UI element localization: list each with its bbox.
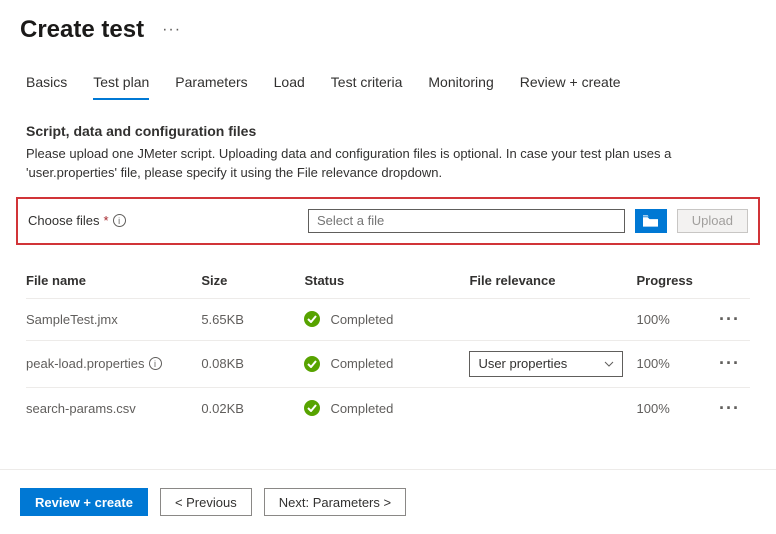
check-icon	[304, 311, 320, 327]
file-select-input[interactable]	[308, 209, 625, 233]
col-header-progress: Progress	[637, 273, 720, 299]
more-actions-icon[interactable]: ···	[162, 21, 181, 39]
info-icon[interactable]: i	[113, 214, 126, 227]
required-asterisk: *	[104, 213, 109, 228]
section-title: Script, data and configuration files	[26, 123, 750, 139]
next-button[interactable]: Next: Parameters >	[264, 488, 406, 516]
tab-test-plan[interactable]: Test plan	[93, 74, 149, 100]
tab-monitoring[interactable]: Monitoring	[428, 74, 493, 100]
status-text: Completed	[330, 356, 393, 371]
folder-icon	[643, 215, 658, 227]
file-relevance-dropdown[interactable]: User properties	[469, 351, 623, 377]
col-header-relevance: File relevance	[469, 273, 636, 299]
tab-test-criteria[interactable]: Test criteria	[331, 74, 403, 100]
row-more-icon[interactable]: ···	[719, 398, 740, 418]
status-text: Completed	[330, 401, 393, 416]
table-row: search-params.csv 0.02KB Completed 100% …	[26, 387, 750, 429]
table-row: SampleTest.jmx 5.65KB Completed 100% ···	[26, 298, 750, 340]
check-icon	[304, 356, 320, 372]
info-icon[interactable]: i	[149, 357, 162, 370]
col-header-status: Status	[304, 273, 469, 299]
choose-files-highlight: Choose files * i Upload	[16, 197, 760, 245]
file-name: search-params.csv	[26, 401, 136, 416]
file-size: 0.02KB	[201, 387, 304, 429]
chevron-down-icon	[604, 361, 614, 367]
tab-bar: Basics Test plan Parameters Load Test cr…	[0, 48, 776, 101]
file-size: 5.65KB	[201, 298, 304, 340]
status-text: Completed	[330, 312, 393, 327]
progress-text: 100%	[637, 387, 720, 429]
tab-parameters[interactable]: Parameters	[175, 74, 247, 100]
dropdown-selected: User properties	[478, 356, 567, 371]
col-header-name: File name	[26, 273, 201, 299]
section-description: Please upload one JMeter script. Uploadi…	[26, 145, 750, 183]
files-table: File name Size Status File relevance Pro…	[26, 273, 750, 429]
upload-button[interactable]: Upload	[677, 209, 748, 233]
footer-actions: Review + create < Previous Next: Paramet…	[0, 469, 776, 516]
check-icon	[304, 400, 320, 416]
col-header-size: Size	[201, 273, 304, 299]
file-name: SampleTest.jmx	[26, 312, 118, 327]
row-more-icon[interactable]: ···	[719, 309, 740, 329]
file-name: peak-load.properties	[26, 356, 145, 371]
tab-review-create[interactable]: Review + create	[520, 74, 621, 100]
review-create-button[interactable]: Review + create	[20, 488, 148, 516]
progress-text: 100%	[637, 340, 720, 387]
file-size: 0.08KB	[201, 340, 304, 387]
table-row: peak-load.properties i 0.08KB Completed U…	[26, 340, 750, 387]
page-title: Create test	[20, 16, 144, 44]
tab-basics[interactable]: Basics	[26, 74, 67, 100]
row-more-icon[interactable]: ···	[719, 353, 740, 373]
choose-files-label: Choose files * i	[28, 213, 298, 228]
previous-button[interactable]: < Previous	[160, 488, 252, 516]
progress-text: 100%	[637, 298, 720, 340]
tab-load[interactable]: Load	[274, 74, 305, 100]
browse-folder-button[interactable]	[635, 209, 667, 233]
